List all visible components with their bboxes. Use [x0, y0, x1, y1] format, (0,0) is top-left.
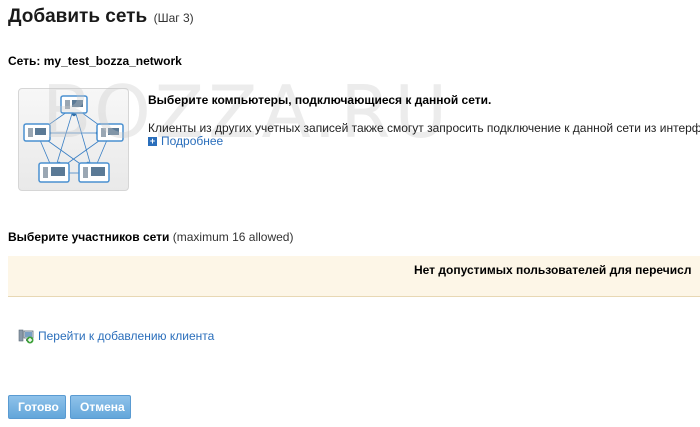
- add-network-page: Добавить сеть (Шаг 3) Сеть: my_test_bozz…: [0, 0, 700, 427]
- add-computer-icon: [18, 329, 34, 344]
- step-indicator: (Шаг 3): [153, 11, 194, 25]
- info-description: Клиенты из других учетных записей также …: [148, 121, 700, 135]
- more-info-link[interactable]: + Подробнее: [148, 134, 223, 148]
- info-heading: Выберите компьютеры, подключающиеся к да…: [148, 93, 492, 107]
- network-name: Сеть: my_test_bozza_network: [8, 54, 182, 68]
- add-client-link[interactable]: Перейти к добавлению клиента: [18, 328, 214, 344]
- page-title: Добавить сеть: [8, 6, 148, 27]
- done-button[interactable]: Готово: [8, 395, 66, 419]
- members-section-title: Выберите участников сети (maximum 16 all…: [8, 230, 293, 244]
- members-label: Выберите участников сети: [8, 230, 170, 244]
- expand-plus-icon: +: [148, 135, 157, 146]
- cancel-button[interactable]: Отмена: [70, 395, 131, 419]
- empty-users-message: Нет допустимых пользователей для перечис…: [414, 263, 692, 277]
- add-client-label: Перейти к добавлению клиента: [38, 329, 215, 343]
- network-diagram: [18, 88, 129, 191]
- page-title-row: Добавить сеть (Шаг 3): [8, 6, 194, 28]
- members-max: (maximum 16 allowed): [172, 230, 294, 244]
- network-topology-icon: [23, 95, 124, 183]
- more-info-label: Подробнее: [161, 134, 224, 148]
